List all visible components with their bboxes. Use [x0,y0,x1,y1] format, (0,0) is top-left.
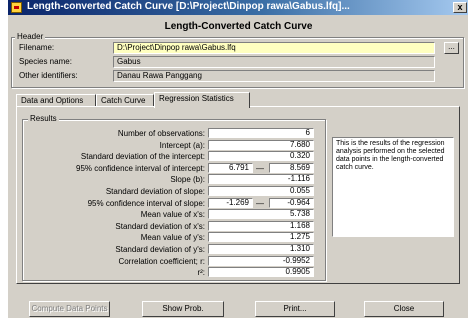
result-label: Standard deviation of slope: [105,187,205,196]
result-label: Standard deviation of the intercept: [80,152,205,161]
ci-separator: — [256,199,264,208]
result-value: 0.320 [208,151,314,161]
result-label: Number of observations: [117,129,205,138]
result-ci-high: 8.569 [269,163,314,173]
result-label: 95% confidence interval of intercept: [76,164,205,173]
result-value: 1.310 [208,244,314,254]
other-identifiers-label: Other identifiers: [19,71,78,80]
info-text-box: This is the results of the regression an… [332,137,454,237]
close-button[interactable]: Close [364,301,444,317]
species-label: Species name: [19,57,72,66]
filename-label: Filename: [19,43,55,52]
app-icon [11,2,22,13]
result-label: Slope (b): [170,175,205,184]
results-group-label: Results [28,114,59,123]
result-ci-high: -0.964 [269,198,314,208]
tab-regression-statistics[interactable]: Regression Statistics [154,92,250,108]
result-label: Mean value of y's: [140,233,205,242]
ci-separator: — [256,164,264,173]
print-button[interactable]: Print... [255,301,335,317]
window-close-button[interactable]: x [453,2,467,13]
result-label: Correlation coefficient; r: [118,257,205,266]
dialog-heading: Length-Converted Catch Curve [164,21,313,32]
header-group-label: Header [15,32,46,41]
result-value: 0.055 [208,186,314,196]
species-field[interactable]: Gabus [113,56,435,68]
result-ci-low: 6.791 [208,163,253,173]
result-value: -1.116 [208,174,314,184]
result-value: 7.680 [208,140,314,150]
result-value: 1.275 [208,232,314,242]
dialog-window: Length-converted Catch Curve [D:\Project… [7,0,468,318]
result-value: 0.9905 [208,267,314,277]
filename-field[interactable]: D:\Project\Dinpop rawa\Gabus.lfq [113,42,435,54]
title-bar[interactable]: Length-converted Catch Curve [D:\Project… [8,0,468,15]
result-value: 5.738 [208,209,314,219]
show-prob-button[interactable]: Show Prob. [142,301,224,317]
result-label: Standard deviation of y's: [115,245,205,254]
browse-button[interactable]: ... [444,42,459,54]
result-label: Intercept (a): [159,141,205,150]
result-value: 1.168 [208,221,314,231]
other-identifiers-field[interactable]: Danau Rawa Panggang [113,70,435,82]
compute-data-points-button[interactable]: Compute Data Points [29,301,110,317]
result-value: -0.9952 [208,256,314,266]
result-label: r²: [197,268,205,277]
result-value: 6 [208,128,314,138]
result-label: 95% confidence interval of slope: [87,199,205,208]
result-ci-low: -1.269 [208,198,253,208]
result-label: Mean value of x's: [140,210,205,219]
result-label: Standard deviation of x's: [115,222,205,231]
window-title: Length-converted Catch Curve [D:\Project… [27,1,350,12]
